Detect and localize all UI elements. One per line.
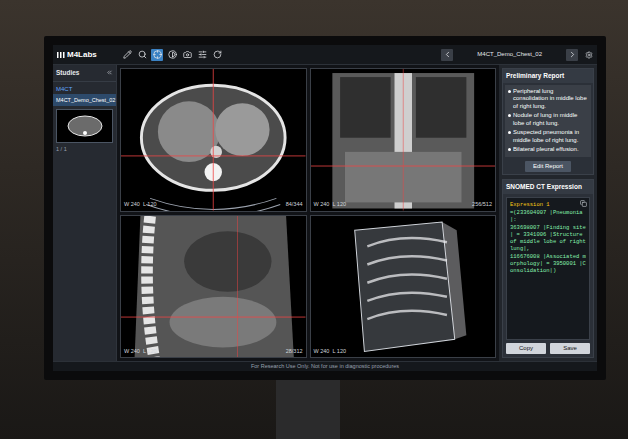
edit-report-button[interactable]: Edit Report (525, 161, 571, 172)
snomed-expression: Expression 1=(233604007 |Pneumonia|:3636… (506, 197, 590, 341)
right-panel: Preliminary Report Peripheral lung consol… (499, 65, 597, 361)
snomed-actions: Copy Save (503, 343, 593, 357)
expression-line: 116676008 |Associated morphology| = 3950… (510, 253, 586, 274)
finding-item: Bilateral pleural effusion. (508, 146, 588, 154)
expression-line: Expression 1 (510, 201, 586, 208)
viewport[interactable]: W 240 L 120 84/344 (120, 68, 307, 212)
finding-item: Nodule of lung in middle lobe of right l… (508, 112, 588, 127)
action-button[interactable]: Copy (506, 343, 546, 354)
tool-icon (213, 50, 222, 59)
tool-icon (183, 50, 192, 59)
finding-item: Suspected pneumonia in middle lobe of ri… (508, 129, 588, 144)
tool-button[interactable] (151, 49, 163, 61)
scene: M4Labs M4CT_Demo_Chest_02 StudiesM4CTM4CT_… (0, 0, 628, 439)
tool-group (121, 49, 223, 61)
study-group: M4CT (53, 82, 116, 94)
action-button[interactable]: Save (550, 343, 590, 354)
tool-icon (123, 50, 132, 59)
next-study-button[interactable] (566, 49, 578, 61)
sidebar: StudiesM4CTM4CT_Demo_Chest_021 / 1 (53, 65, 117, 361)
viewport[interactable]: W 240 L 120 28/312 (120, 215, 307, 359)
expression-line: 363698007 |Finding site| = 3341006 |Stru… (510, 224, 586, 252)
chevron-right-icon (568, 50, 577, 59)
viewport[interactable]: W 240 L 120 (310, 215, 497, 359)
expression-line: =(233604007 |Pneumonia|: (510, 209, 586, 223)
study-counter: 1 / 1 (53, 143, 116, 153)
tool-button[interactable] (166, 49, 178, 61)
snomed-header: SNOMED CT Expression (503, 180, 593, 194)
tool-button[interactable] (211, 49, 223, 61)
tool-button[interactable] (136, 49, 148, 61)
report-panel: Preliminary Report Peripheral lung consol… (502, 68, 594, 175)
slice-index: 84/344 (286, 200, 303, 208)
window-level: W 240 L 120 (314, 347, 347, 355)
monitor-stand (276, 380, 340, 439)
tool-icon (153, 50, 162, 59)
axial-scan-icon (121, 69, 306, 211)
tool-button[interactable] (196, 49, 208, 61)
footer: For Research Use Only. Not for use in di… (53, 361, 597, 371)
gear-icon[interactable] (585, 51, 593, 59)
sidebar-header: Studies (53, 65, 116, 82)
tool-button[interactable] (181, 49, 193, 61)
study-thumbnail[interactable] (56, 109, 113, 143)
slice-index: 28/312 (286, 347, 303, 355)
prev-study-button[interactable] (441, 49, 453, 61)
screen: M4Labs M4CT_Demo_Chest_02 StudiesM4CTM4CT_… (53, 45, 597, 371)
study-title: M4CT_Demo_Chest_02 (457, 50, 562, 59)
report-header: Preliminary Report (503, 69, 593, 83)
logo: M4Labs (57, 49, 117, 61)
sagittal-scan-icon (121, 216, 306, 358)
coronal-scan-icon (311, 69, 496, 211)
logo-icon (57, 51, 65, 59)
window-level: W 240 L 120 (124, 200, 157, 208)
viewport[interactable]: W 240 L 120 256/512 (310, 68, 497, 212)
tool-button[interactable] (121, 49, 133, 61)
tool-icon (198, 50, 207, 59)
window-level: W 240 L 120 (124, 347, 157, 355)
study-item[interactable]: M4CT_Demo_Chest_021 / 1 (53, 94, 116, 154)
tool-icon (138, 50, 147, 59)
tool-icon (168, 50, 177, 59)
volume-render-icon (311, 216, 496, 358)
slice-index: 256/512 (472, 200, 492, 208)
finding-item: Peripheral lung consolidation in middle … (508, 88, 588, 111)
thumbnail-icon (65, 113, 105, 139)
snomed-panel: SNOMED CT Expression Expression 1=(233604… (502, 179, 594, 358)
copy-icon[interactable] (580, 200, 587, 207)
toolbar: M4Labs M4CT_Demo_Chest_02 (53, 45, 597, 65)
chevron-left-icon (443, 50, 452, 59)
monitor: M4Labs M4CT_Demo_Chest_02 StudiesM4CTM4CT_… (44, 36, 606, 380)
workspace: StudiesM4CTM4CT_Demo_Chest_021 / 1W 240 … (53, 65, 597, 361)
viewport-grid: W 240 L 12084/344W 240 L 120256/512W 240… (117, 65, 499, 361)
window-level: W 240 L 120 (314, 200, 347, 208)
collapse-icon[interactable] (106, 69, 113, 76)
findings-list: Peripheral lung consolidation in middle … (505, 85, 591, 157)
